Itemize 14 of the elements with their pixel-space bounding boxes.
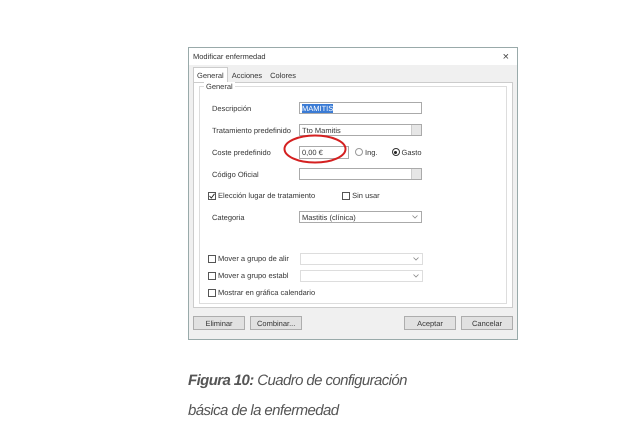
figure-caption: Figura 10: Cuadro de configuración básica de la enfermedad bbox=[188, 371, 408, 421]
close-button[interactable]: × bbox=[502, 50, 509, 62]
checkbox[interactable] bbox=[208, 288, 216, 296]
caret-icon bbox=[413, 274, 419, 278]
checkbox[interactable] bbox=[208, 272, 216, 280]
radio-button[interactable] bbox=[392, 148, 400, 156]
caret-icon bbox=[412, 215, 418, 219]
radio-button[interactable] bbox=[355, 148, 363, 156]
checkbox[interactable] bbox=[208, 254, 216, 262]
combo-field[interactable] bbox=[299, 168, 422, 180]
highlight-ellipse bbox=[283, 134, 347, 164]
checkbox[interactable] bbox=[342, 192, 350, 200]
caret-icon bbox=[413, 256, 419, 260]
checkbox[interactable] bbox=[208, 192, 216, 200]
